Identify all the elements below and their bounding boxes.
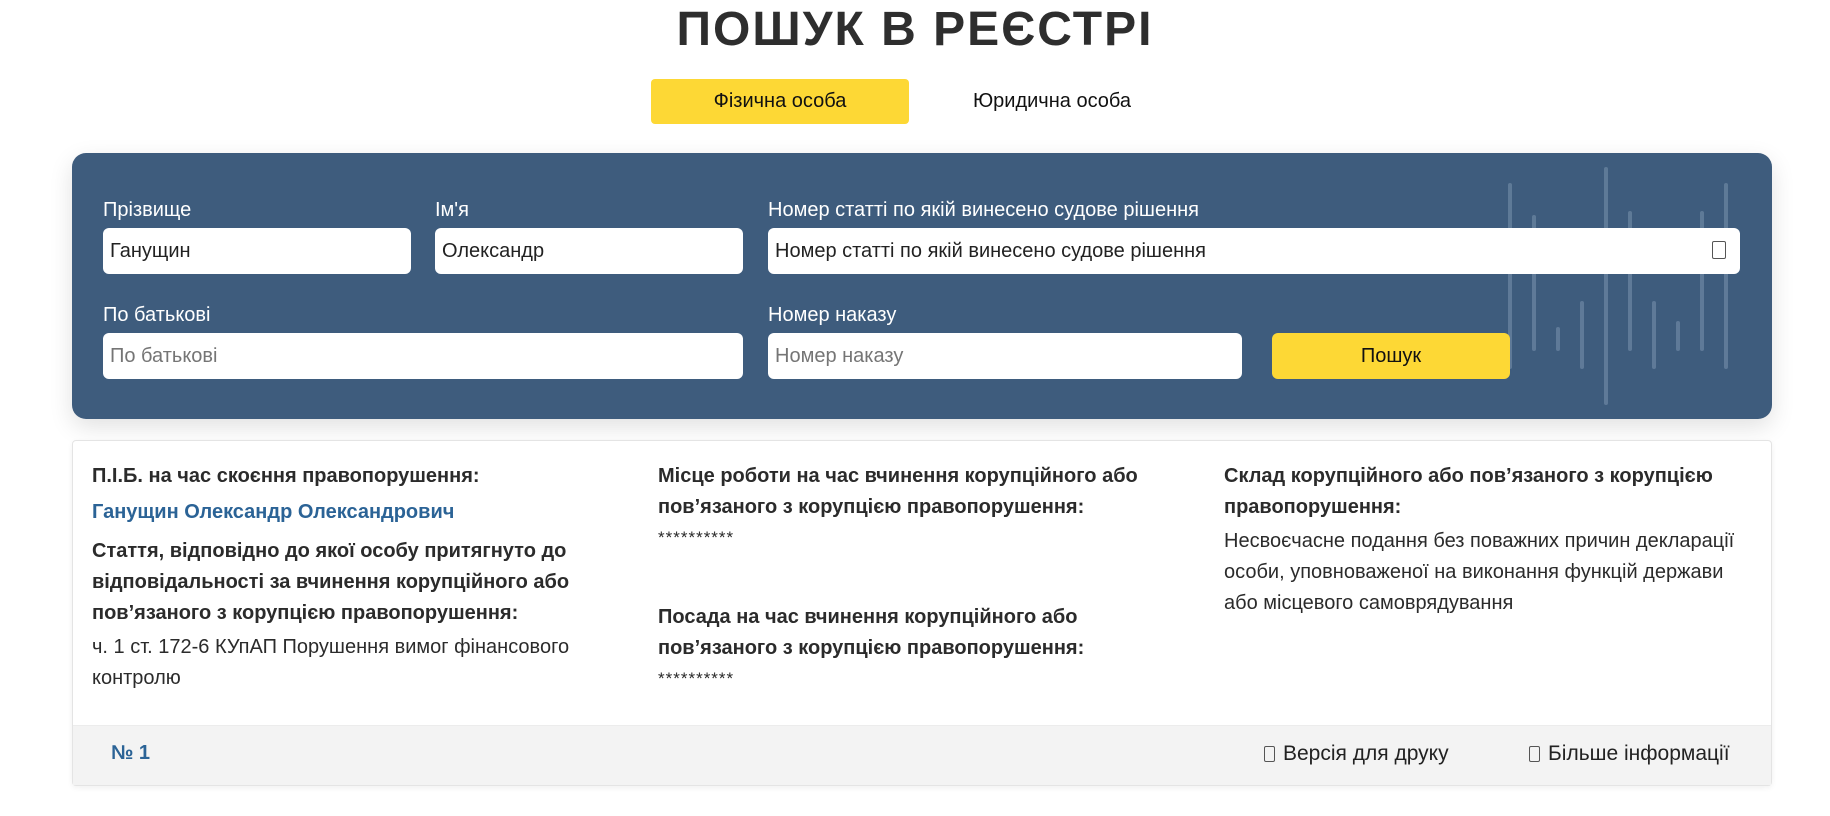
order-number-input[interactable]	[768, 333, 1242, 379]
person-name-label: П.І.Б. на час скоєння правопорушення:	[92, 465, 480, 487]
more-info-label: Більше інформації	[1548, 742, 1730, 765]
info-icon	[1529, 746, 1540, 762]
tab-legal-entity[interactable]: Юридична особа	[923, 79, 1181, 124]
chevron-down-icon	[1712, 241, 1726, 259]
more-info-link[interactable]: Більше інформації	[1529, 742, 1730, 766]
composition-label: Склад корупційного або пов’язаного з кор…	[1224, 465, 1713, 518]
article-select-value: Номер статті по якій винесено судове ріш…	[775, 239, 1206, 262]
decorative-bars	[1508, 167, 1728, 405]
print-icon	[1264, 746, 1275, 762]
article-label: Номер статті по якій винесено судове ріш…	[768, 199, 1199, 221]
result-column-work: Місце роботи на час вчинення корупційног…	[658, 461, 1188, 692]
person-name: Ганущин Олександр Олександрович	[92, 501, 455, 523]
search-panel: Прізвище Ім'я Номер статті по якій винес…	[72, 153, 1772, 419]
page-title: ПОШУК В РЕЄСТРІ	[676, 3, 1154, 56]
article-result-value: ч. 1 ст. 172-6 КУпАП Порушення вимог фін…	[92, 636, 570, 689]
order-number-label: Номер наказу	[768, 304, 897, 326]
workplace-label: Місце роботи на час вчинення корупційног…	[658, 465, 1138, 518]
result-column-composition: Склад корупційного або пов’язаного з кор…	[1224, 461, 1754, 619]
patronymic-label: По батькові	[103, 304, 211, 326]
print-version-link[interactable]: Версія для друку	[1264, 742, 1449, 766]
article-select[interactable]: Номер статті по якій винесено судове ріш…	[768, 228, 1740, 274]
search-button[interactable]: Пошук	[1272, 333, 1510, 379]
person-type-tabs: Фізична особа Юридична особа	[651, 79, 1181, 124]
result-footer: № 1 Версія для друку Більше інформації	[73, 725, 1771, 785]
result-card: П.І.Б. на час скоєння правопорушення: Га…	[72, 440, 1772, 786]
workplace-value: **********	[658, 528, 735, 547]
name-input[interactable]	[435, 228, 743, 274]
record-number: № 1	[111, 742, 150, 764]
surname-input[interactable]	[103, 228, 411, 274]
patronymic-input[interactable]	[103, 333, 743, 379]
article-result-label: Стаття, відповідно до якої особу притягн…	[92, 540, 570, 624]
surname-label: Прізвище	[103, 199, 192, 221]
position-label: Посада на час вчинення корупційного або …	[658, 606, 1085, 659]
print-version-label: Версія для друку	[1283, 742, 1449, 765]
composition-value: Несвоєчасне подання без поважних причин …	[1224, 530, 1735, 614]
position-value: **********	[658, 669, 735, 688]
name-label: Ім'я	[435, 199, 469, 221]
tab-individual[interactable]: Фізична особа	[651, 79, 909, 124]
result-column-person: П.І.Б. на час скоєння правопорушення: Га…	[92, 461, 622, 694]
